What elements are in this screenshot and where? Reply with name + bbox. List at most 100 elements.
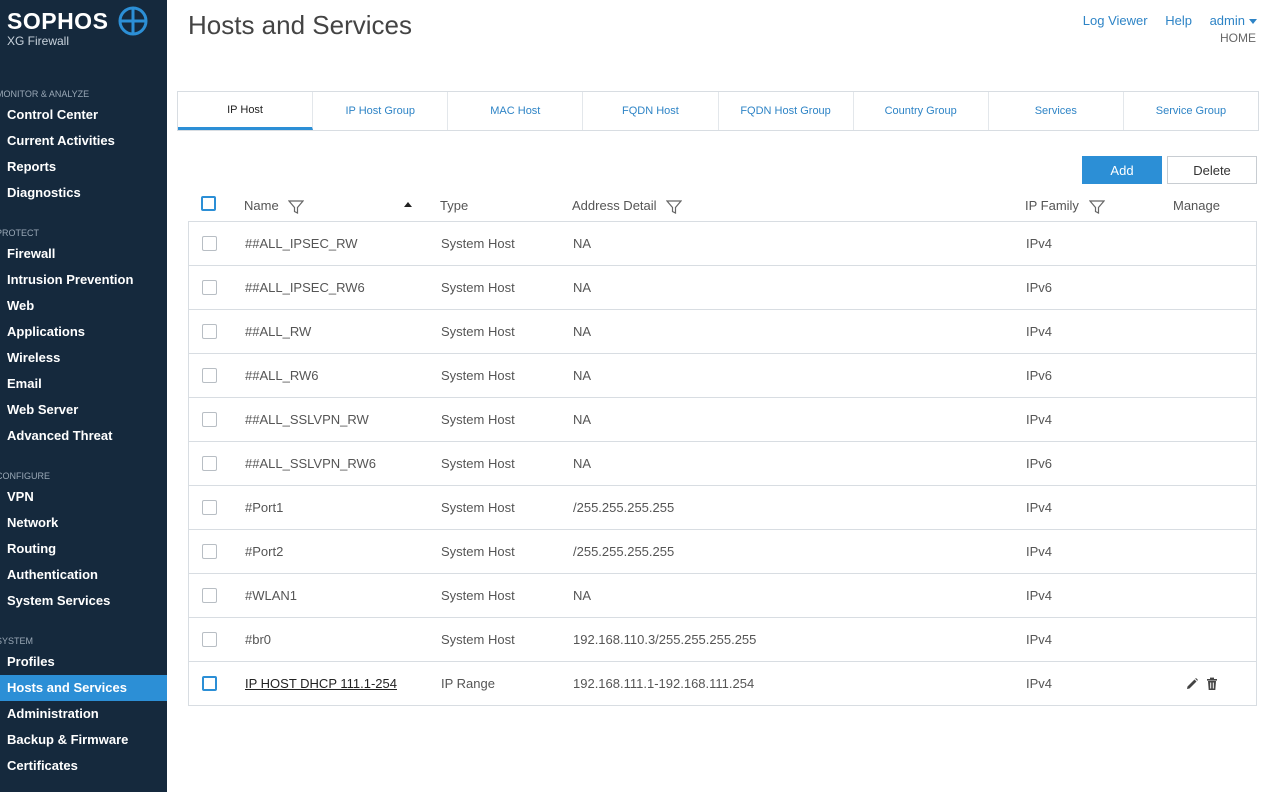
table-row[interactable]: ##ALL_SSLVPN_RW6 System Host NA IPv6 bbox=[189, 442, 1256, 486]
sidebar-item-hosts-and-services[interactable]: Hosts and Services bbox=[0, 675, 167, 701]
row-checkbox[interactable] bbox=[202, 236, 217, 251]
sidebar-item-authentication[interactable]: Authentication bbox=[0, 562, 167, 588]
help-link[interactable]: Help bbox=[1165, 13, 1192, 28]
row-address: /255.255.255.255 bbox=[573, 500, 675, 515]
row-address: 192.168.110.3/255.255.255.255 bbox=[573, 632, 757, 647]
sidebar-item-applications[interactable]: Applications bbox=[0, 319, 167, 345]
row-address: NA bbox=[573, 280, 592, 295]
add-button[interactable]: Add bbox=[1082, 156, 1162, 184]
row-name: #br0 bbox=[245, 632, 272, 647]
sidebar-item-profiles[interactable]: Profiles bbox=[0, 649, 167, 675]
row-checkbox[interactable] bbox=[202, 632, 217, 647]
sidebar-item-web-server[interactable]: Web Server bbox=[0, 397, 167, 423]
edit-pencil-icon[interactable] bbox=[1185, 677, 1199, 691]
row-address: NA bbox=[573, 456, 592, 471]
log-viewer-link[interactable]: Log Viewer bbox=[1083, 13, 1148, 28]
sidebar-item-diagnostics[interactable]: Diagnostics bbox=[0, 180, 167, 206]
sidebar-item-administration[interactable]: Administration bbox=[0, 701, 167, 727]
row-ip-family: IPv4 bbox=[1026, 632, 1053, 647]
row-checkbox[interactable] bbox=[202, 500, 217, 515]
row-ip-family: IPv6 bbox=[1026, 456, 1053, 471]
table-row[interactable]: #br0 System Host 192.168.110.3/255.255.255… bbox=[189, 618, 1256, 662]
tab-fqdn-host[interactable]: FQDN Host bbox=[583, 92, 719, 130]
row-checkbox[interactable] bbox=[202, 676, 217, 691]
table-row[interactable]: ##ALL_SSLVPN_RW System Host NA IPv4 bbox=[189, 398, 1256, 442]
row-name: #WLAN1 bbox=[245, 588, 298, 603]
sidebar-item-web[interactable]: Web bbox=[0, 293, 167, 319]
table-row[interactable]: IP HOST DHCP 111.1-254 IP Range 192.168.11… bbox=[189, 662, 1256, 706]
sidebar-item-reports[interactable]: Reports bbox=[0, 154, 167, 180]
tab-services[interactable]: Services bbox=[989, 92, 1124, 130]
select-all-checkbox[interactable] bbox=[201, 196, 216, 211]
sidebar-item-routing[interactable]: Routing bbox=[0, 536, 167, 562]
row-checkbox[interactable] bbox=[202, 412, 217, 427]
filter-icon[interactable] bbox=[288, 199, 305, 215]
delete-button[interactable]: Delete bbox=[1167, 156, 1257, 184]
tab-fqdn-host-group[interactable]: FQDN Host Group bbox=[719, 92, 854, 130]
sidebar-item-control-center[interactable]: Control Center bbox=[0, 102, 167, 128]
row-type: System Host bbox=[441, 236, 515, 251]
sidebar-item-system-services[interactable]: System Services bbox=[0, 588, 167, 614]
column-address-label: Address Detail bbox=[572, 198, 657, 213]
row-checkbox[interactable] bbox=[202, 368, 217, 383]
row-address: /255.255.255.255 bbox=[573, 544, 675, 559]
table-row[interactable]: ##ALL_IPSEC_RW6 System Host NA IPv6 bbox=[189, 266, 1256, 310]
row-address: NA bbox=[573, 412, 592, 427]
filter-icon[interactable] bbox=[666, 199, 683, 215]
column-family[interactable]: IP Family bbox=[1025, 189, 1105, 222]
table-row[interactable]: #WLAN1 System Host NA IPv4 bbox=[189, 574, 1256, 618]
row-type: System Host bbox=[441, 500, 515, 515]
nav-section-heading: MONITOR & ANALYZE bbox=[0, 89, 90, 99]
sidebar: SOPHOS XG Firewall MONITOR & ANALYZE Cont… bbox=[0, 0, 167, 792]
row-type: System Host bbox=[441, 280, 515, 295]
nav-section-configure: CONFIGURE VPN Network Routing Authentication… bbox=[0, 468, 167, 614]
row-name: ##ALL_SSLVPN_RW6 bbox=[245, 456, 377, 471]
user-menu[interactable]: admin bbox=[1210, 13, 1257, 28]
table-row[interactable]: #Port1 System Host/255.255.255.255 IPv4 bbox=[189, 486, 1256, 530]
row-checkbox[interactable] bbox=[202, 324, 217, 339]
sort-ascending-icon[interactable] bbox=[404, 202, 412, 207]
table-row[interactable]: ##ALL_RW6 System Host NA IPv6 bbox=[189, 354, 1256, 398]
sidebar-item-firewall[interactable]: Firewall bbox=[0, 241, 167, 267]
top-links: Log Viewer Help admin bbox=[1069, 13, 1257, 28]
tab-service-group[interactable]: Service Group bbox=[1124, 92, 1258, 130]
row-checkbox[interactable] bbox=[202, 544, 217, 559]
sidebar-item-email[interactable]: Email bbox=[0, 371, 167, 397]
sidebar-item-certificates[interactable]: Certificates bbox=[0, 753, 167, 779]
column-address[interactable]: Address Detail bbox=[572, 189, 683, 222]
row-type: System Host bbox=[441, 544, 515, 559]
sidebar-item-intrusion-prevention[interactable]: Intrusion Prevention bbox=[0, 267, 167, 293]
table-row[interactable]: #Port2 System Host/255.255.255.255 IPv4 bbox=[189, 530, 1256, 574]
row-name: ##ALL_IPSEC_RW bbox=[245, 236, 358, 251]
table-body: ##ALL_IPSEC_RW System Host NA IPv4 ##ALL_IPS… bbox=[188, 222, 1257, 706]
row-name: ##ALL_SSLVPN_RW bbox=[245, 412, 369, 427]
tab-mac-host[interactable]: MAC Host bbox=[448, 92, 584, 130]
row-checkbox[interactable] bbox=[202, 588, 217, 603]
row-ip-family: IPv4 bbox=[1026, 588, 1053, 603]
sidebar-item-backup-firmware[interactable]: Backup & Firmware bbox=[0, 727, 167, 753]
table-row[interactable]: ##ALL_IPSEC_RW System Host NA IPv4 bbox=[189, 222, 1256, 266]
row-checkbox[interactable] bbox=[202, 456, 217, 471]
table-row[interactable]: ##ALL_RW System Host NA IPv4 bbox=[189, 310, 1256, 354]
filter-icon[interactable] bbox=[1088, 199, 1105, 215]
row-ip-family: IPv4 bbox=[1026, 500, 1053, 515]
row-type: System Host bbox=[441, 588, 515, 603]
sidebar-item-advanced-threat[interactable]: Advanced Threat bbox=[0, 423, 167, 449]
sidebar-item-network[interactable]: Network bbox=[0, 510, 167, 536]
row-name[interactable]: IP HOST DHCP 111.1-254 bbox=[245, 662, 397, 706]
nav-section-heading: SYSTEM bbox=[0, 636, 34, 646]
column-type: Type bbox=[440, 198, 469, 213]
row-name: ##ALL_RW6 bbox=[245, 368, 319, 383]
tab-country-group[interactable]: Country Group bbox=[854, 92, 989, 130]
sidebar-item-vpn[interactable]: VPN bbox=[0, 484, 167, 510]
tab-ip-host-group[interactable]: IP Host Group bbox=[313, 92, 449, 130]
breadcrumb[interactable]: HOME bbox=[1220, 31, 1256, 45]
sidebar-item-wireless[interactable]: Wireless bbox=[0, 345, 167, 371]
row-checkbox[interactable] bbox=[202, 280, 217, 295]
delete-trash-icon[interactable] bbox=[1205, 677, 1219, 691]
sidebar-item-current-activities[interactable]: Current Activities bbox=[0, 128, 167, 154]
row-type: System Host bbox=[441, 632, 515, 647]
column-name[interactable]: Name bbox=[244, 189, 305, 222]
tab-ip-host[interactable]: IP Host bbox=[178, 92, 314, 130]
row-type: IP Range bbox=[441, 676, 495, 691]
